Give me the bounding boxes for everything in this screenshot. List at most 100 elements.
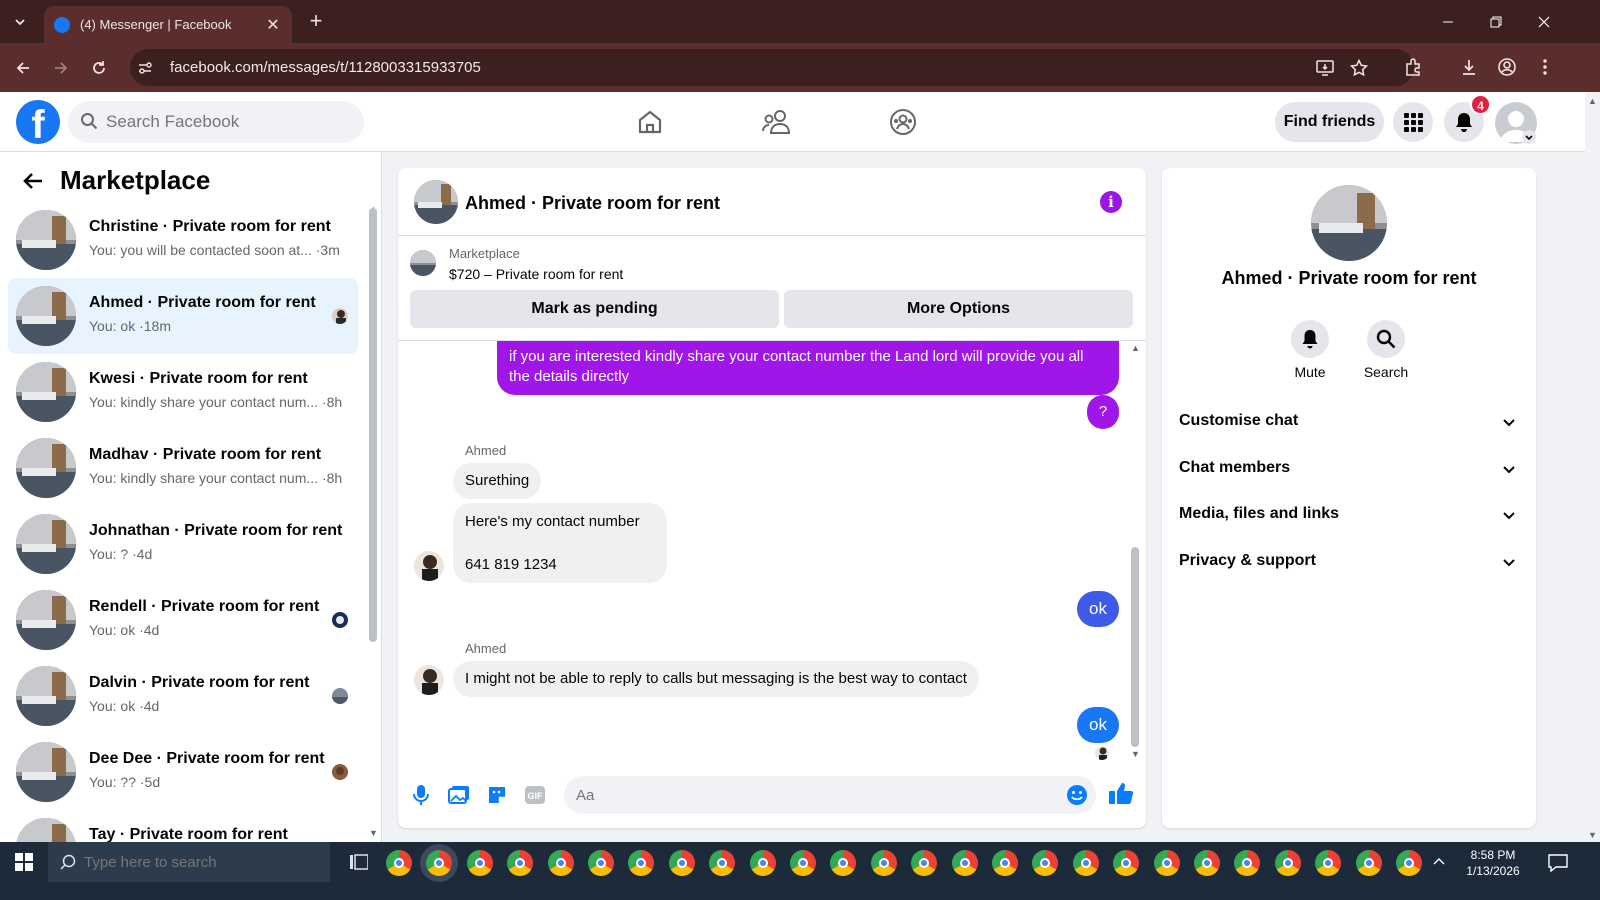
tab-search-button[interactable] (8, 10, 32, 34)
chrome-taskbar-icon[interactable] (1072, 850, 1099, 876)
forward-button[interactable] (48, 55, 74, 81)
menu-grid-button[interactable] (1393, 102, 1433, 142)
message-input-box[interactable] (564, 776, 1096, 814)
privacy-support-section[interactable]: Privacy & support (1162, 540, 1536, 586)
outgoing-message[interactable]: ? (1087, 395, 1119, 429)
info-icon[interactable]: i (1100, 191, 1122, 213)
chrome-taskbar-icon[interactable] (628, 850, 655, 876)
chrome-taskbar-icon[interactable] (951, 850, 978, 876)
conversation-item[interactable]: Rendell · Private room for rent You: ok … (8, 582, 358, 658)
chrome-taskbar-icon[interactable] (1032, 850, 1059, 876)
conversation-item[interactable]: Madhav · Private room for rent You: kind… (8, 430, 358, 506)
chrome-taskbar-icon[interactable] (1234, 850, 1261, 876)
thumbs-up-icon[interactable] (1108, 780, 1134, 806)
chrome-taskbar-icon[interactable] (1194, 850, 1220, 876)
chrome-taskbar-icon[interactable] (870, 850, 897, 876)
bookmark-star-icon[interactable] (1348, 57, 1370, 79)
conversation-item-active[interactable]: Ahmed · Private room for rent You: ok ·1… (8, 278, 358, 354)
site-info-icon[interactable] (134, 57, 156, 79)
thread-scroll-up-icon[interactable]: ▲ (1131, 343, 1140, 353)
install-app-icon[interactable] (1314, 57, 1336, 79)
chrome-taskbar-icon[interactable] (1274, 850, 1301, 876)
listing-price-title[interactable]: $720 – Private room for rent (449, 266, 623, 282)
chat-title[interactable]: Ahmed · Private room for rent (465, 193, 720, 214)
close-window-button[interactable] (1520, 0, 1568, 43)
customise-chat-section[interactable]: Customise chat (1162, 400, 1536, 446)
restore-button[interactable] (1472, 0, 1520, 43)
sticker-icon[interactable] (484, 782, 510, 808)
chat-members-section[interactable]: Chat members (1162, 447, 1536, 493)
tab-close-icon[interactable]: ✕ (264, 15, 282, 35)
chrome-taskbar-icon[interactable] (830, 850, 857, 876)
new-tab-button[interactable]: + (304, 10, 328, 34)
chrome-taskbar-icon[interactable] (1315, 850, 1342, 876)
reload-button[interactable] (86, 55, 112, 81)
chrome-taskbar-icon[interactable] (911, 850, 938, 876)
downloads-icon[interactable] (1456, 54, 1482, 80)
page-scroll-up-icon[interactable]: ▲ (1588, 96, 1597, 106)
browser-menu-icon[interactable] (1532, 54, 1558, 80)
minimize-button[interactable] (1424, 0, 1472, 43)
page-scroll-down-icon[interactable]: ▼ (1588, 830, 1597, 840)
outgoing-message[interactable]: ok (1077, 707, 1119, 743)
facebook-search[interactable] (68, 101, 364, 143)
chrome-taskbar-icon[interactable] (1153, 850, 1180, 876)
taskbar-clock[interactable]: 8:58 PM 1/13/2026 (1456, 847, 1530, 879)
browser-tab-active[interactable]: (4) Messenger | Facebook ✕ (44, 6, 292, 43)
media-files-links-section[interactable]: Media, files and links (1162, 493, 1536, 539)
conversation-item[interactable]: Tay · Private room for rent (8, 810, 358, 842)
incoming-message[interactable]: I might not be able to reply to calls bu… (453, 661, 979, 697)
chrome-taskbar-icon[interactable] (588, 850, 614, 876)
friends-nav-button[interactable] (757, 102, 797, 142)
chrome-taskbar-icon[interactable] (992, 850, 1018, 876)
conversation-item[interactable]: Dee Dee · Private room for rent You: ?? … (8, 734, 358, 810)
task-view-icon[interactable] (350, 854, 368, 870)
account-chevron-icon[interactable] (1522, 130, 1536, 144)
sidebar-scrollbar[interactable] (369, 208, 377, 642)
start-button[interactable] (0, 842, 48, 882)
message-input[interactable] (576, 776, 1056, 814)
chrome-taskbar-icon[interactable] (749, 850, 776, 876)
chrome-taskbar-icon[interactable] (1355, 850, 1382, 876)
home-nav-button[interactable] (630, 102, 670, 142)
address-bar[interactable]: facebook.com/messages/t/1128003315933705 (130, 49, 1414, 86)
conversation-item[interactable]: Johnathan · Private room for rent You: ?… (8, 506, 358, 582)
groups-nav-button[interactable] (883, 102, 923, 142)
chrome-taskbar-icon[interactable] (1113, 850, 1140, 876)
chevron-up-icon[interactable] (1432, 856, 1446, 866)
sender-avatar[interactable] (414, 551, 444, 581)
taskbar-search[interactable] (48, 842, 330, 882)
photo-icon[interactable] (446, 782, 472, 808)
conversation-item[interactable]: Christine · Private room for rent You: y… (8, 202, 358, 278)
search-in-chat-button[interactable]: Search (1356, 320, 1416, 380)
mute-button[interactable]: Mute (1280, 320, 1340, 380)
incoming-message-contact[interactable]: Here's my contact number 641 819 1234 (453, 503, 667, 583)
sender-avatar[interactable] (414, 665, 444, 695)
scroll-down-arrow-icon[interactable]: ▼ (369, 828, 378, 838)
chrome-taskbar-icon[interactable] (466, 850, 493, 876)
chrome-taskbar-icon[interactable] (709, 850, 736, 876)
outgoing-message[interactable]: ok (1077, 591, 1119, 627)
facebook-logo[interactable]: f (16, 100, 60, 144)
back-arrow-icon[interactable] (22, 170, 44, 192)
thread-scroll-down-icon[interactable]: ▼ (1131, 749, 1140, 759)
chrome-taskbar-icon[interactable] (547, 850, 574, 876)
chrome-taskbar-icon[interactable] (426, 850, 453, 876)
profile-icon[interactable] (1494, 54, 1520, 80)
listing-thumbnail-small[interactable] (410, 250, 436, 276)
more-options-button[interactable]: More Options (784, 290, 1133, 328)
notification-center-icon[interactable] (1548, 854, 1568, 872)
taskbar-search-input[interactable] (84, 853, 304, 871)
gif-icon[interactable]: GIF (522, 782, 548, 808)
chrome-taskbar-icon[interactable] (386, 850, 412, 876)
chrome-taskbar-icon[interactable] (790, 850, 816, 876)
details-avatar[interactable] (1311, 185, 1387, 261)
extensions-icon[interactable] (1400, 54, 1426, 80)
facebook-search-input[interactable] (106, 101, 356, 143)
microphone-icon[interactable] (408, 782, 434, 808)
chrome-taskbar-icon[interactable] (668, 850, 695, 876)
thread-scrollbar[interactable] (1131, 547, 1139, 747)
incoming-message[interactable]: Surething (453, 463, 542, 499)
outgoing-message[interactable]: if you are interested kindly share your … (497, 341, 1119, 395)
find-friends-button[interactable]: Find friends (1275, 102, 1384, 142)
